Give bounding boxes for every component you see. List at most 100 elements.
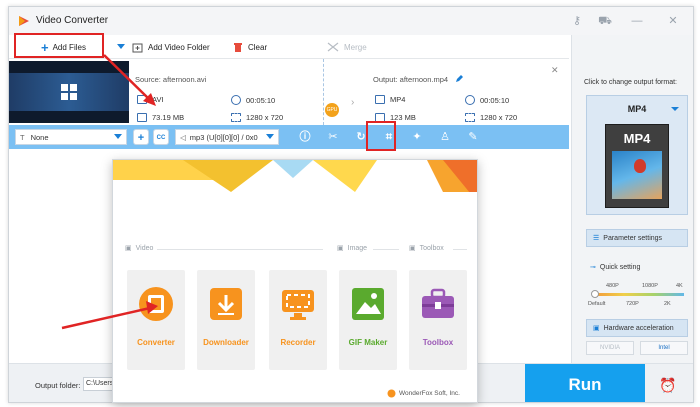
audio-track-select[interactable]: ◁ mp3 (U[0][0][0] / 0x0 [175,129,279,145]
output-format-selector[interactable]: MP4 MP4 [586,95,688,215]
cart-icon[interactable]: ⛟ [597,13,613,29]
source-format-text: AVI [152,95,164,104]
merge-icon [327,42,339,52]
tick-4k: 4K [676,283,683,289]
converter-label: Converter [137,338,175,347]
chevron-down-icon [266,134,274,139]
parameter-settings-button[interactable]: ☰ Parameter settings [586,229,688,247]
folder-add-icon [132,43,143,52]
highlight-crop [366,121,396,151]
quality-slider-knob[interactable] [591,290,599,298]
converter-icon [139,287,173,321]
audio-track-value: mp3 (U[0][0][0] / 0x0 [189,132,258,142]
decorative-banner [113,160,477,192]
parameter-settings-label: Parameter settings [603,234,663,242]
quality-slider-track[interactable] [594,293,684,296]
clock-icon [231,95,241,105]
hardware-acceleration-button[interactable]: ▣ Hardware acceleration [586,319,688,337]
wonderfox-logo-icon [387,389,396,398]
trash-icon [234,42,242,52]
toolbox-tile[interactable]: Toolbox [409,270,467,370]
merge-button[interactable]: Merge [327,39,367,55]
section-video-line [157,249,323,250]
subtitle-select[interactable]: T None [15,129,127,145]
right-panel: Click to change output format: MP4 MP4 ☰… [571,35,693,363]
source-resolution: 1280 x 720 [231,113,283,122]
recorder-label: Recorder [280,338,316,347]
slider-icon: ⊸ [590,264,596,271]
recorder-icon [282,290,314,320]
section-toolbox: ▣ Toolbox [409,244,444,253]
app-logo-icon [19,16,29,26]
cc-button[interactable]: CC [153,129,169,145]
windows-logo-icon [61,84,77,100]
toolbox-section-icon: ▣ [409,245,416,252]
gif-maker-label: GIF Maker [348,338,388,347]
video-thumbnail[interactable] [9,61,129,123]
subtitle-value: None [30,132,49,142]
gif-maker-tile[interactable]: GIF Maker [339,270,397,370]
image-icon: ▣ [337,245,344,252]
source-duration-text: 00:05:10 [246,95,276,105]
app-title: Video Converter [36,15,109,26]
section-image: ▣ Image [337,244,368,253]
output-resolution-text: 1280 x 720 [480,113,518,122]
format-icon [137,95,147,104]
format-card-label: MP4 [623,131,651,146]
output-folder-label: Output folder: [35,381,81,390]
section-video-label: Video [135,244,154,252]
key-icon[interactable]: ⚷ [569,13,585,29]
footer-text: WonderFox Soft, Inc. [399,390,460,397]
sliders-icon: ☰ [593,235,600,242]
chevron-down-icon [671,107,679,111]
output-resolution: 1280 x 720 [465,113,517,122]
tick-480p: 480P [606,283,619,289]
alarm-clock-icon[interactable]: ⏰ [659,376,677,394]
toolbox-icon [422,288,454,318]
close-window-icon[interactable]: ✕ [665,13,681,29]
format-hint: Click to change output format: [584,79,677,86]
minimize-icon[interactable]: — [629,13,645,29]
downloader-tile[interactable]: Downloader [197,270,255,370]
tick-default: Default [588,301,606,307]
speaker-icon: ◁ [180,132,186,142]
section-toolbox-label: Toolbox [419,244,444,252]
launcher-popup: ▣ Video ▣ Image ▣ Toolbox Converter Downloa… [112,159,478,403]
intel-logo[interactable]: Intel [640,341,688,355]
add-video-folder-button[interactable]: Add Video Folder [117,39,210,55]
balloon-shape [634,159,646,173]
source-label: Source: afternoon.avi [135,75,207,84]
task-row[interactable]: Source: afternoon.avi AVI 00:05:10 73.19… [9,59,569,125]
thumbnail-band [9,73,129,111]
toolbox-label: Toolbox [422,338,454,347]
clear-button[interactable]: Clear [233,39,267,55]
edit-toolbar: T None + CC ◁ mp3 (U[0][0][0] / 0x0 ⓘ ✂ … [9,125,569,149]
recorder-tile[interactable]: Recorder [269,270,327,370]
add-video-folder-label: Add Video Folder [148,42,210,52]
quick-setting-header: ⊸ Quick setting [590,263,641,272]
source-size: 73.19 MB [137,113,184,122]
text-icon: T [20,132,25,142]
converter-tile[interactable]: Converter [127,270,185,370]
subtitle-edit-icon[interactable]: ✎ [465,129,481,145]
section-image-label: Image [347,244,368,252]
edit-pencil-icon[interactable] [455,74,464,83]
remove-task-icon[interactable]: ✕ [551,65,559,76]
run-button[interactable]: Run [525,364,645,402]
watermark-icon[interactable]: ♙ [437,129,453,145]
tick-720p: 720P [626,301,639,307]
cut-icon[interactable]: ✂ [325,129,341,145]
quick-setting-label: Quick setting [599,263,641,271]
highlight-add-files [14,33,104,58]
effects-icon[interactable]: ✦ [409,129,425,145]
clear-label: Clear [248,42,268,52]
info-icon[interactable]: ⓘ [297,129,313,145]
output-format: MP4 [375,95,405,104]
merge-label: Merge [344,42,367,52]
nvidia-logo[interactable]: NVIDIA [586,341,634,355]
film-icon: ▣ [125,245,132,252]
add-subtitle-button[interactable]: + [133,129,149,145]
chevron-down-icon [114,134,122,139]
format-icon [375,95,385,104]
chip-icon: ▣ [593,325,600,332]
